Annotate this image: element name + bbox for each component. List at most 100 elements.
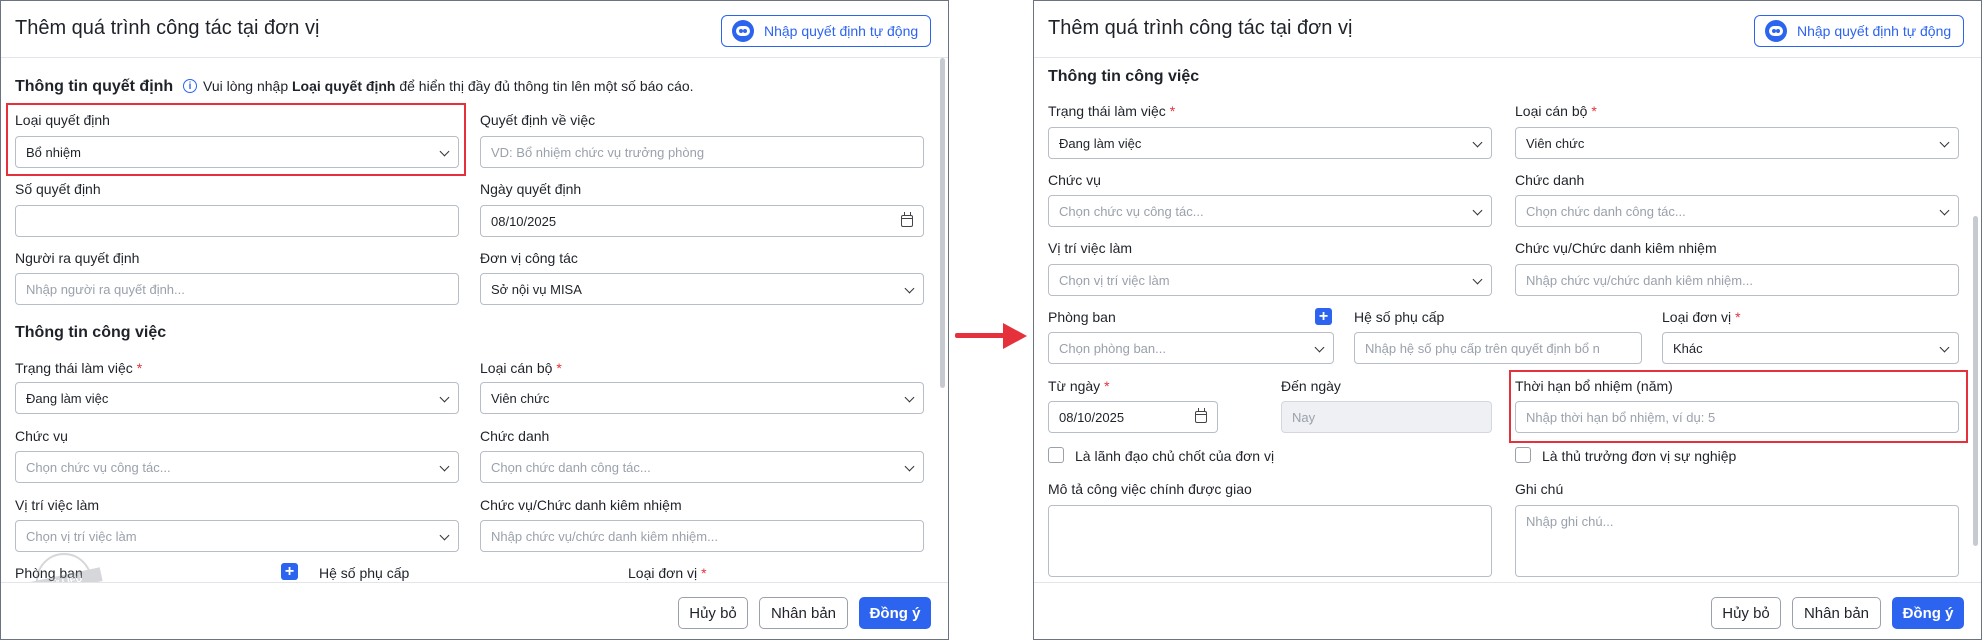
duplicate-button[interactable]: Nhân bản [759,597,848,629]
transition-arrow [955,323,1027,349]
concurrent-label: Chức vụ/Chức danh kiêm nhiệm [1515,240,1717,256]
allowance-label: Hệ số phụ cấp [1354,309,1445,325]
unit-type-label: Loại đơn vị * [1662,309,1741,325]
chevron-down-icon [439,392,450,403]
concurrent-input[interactable]: Nhập chức vụ/chức danh kiêm nhiệm... [1515,264,1959,296]
decision-about-input[interactable]: VD: Bổ nhiệm chức vụ trưởng phòng [480,136,924,168]
allowance-label: Hệ số phụ cấp [319,565,410,581]
dialog-body[interactable]: Thông tin công việc Trạng thái làm việc *… [1034,58,1969,582]
title-label: Chức danh [480,428,550,444]
status-label: Trạng thái làm việc * [15,360,143,376]
chevron-down-icon [1939,342,1950,353]
job-description-textarea[interactable] [1048,505,1492,577]
title-select[interactable]: Chọn chức danh công tác... [1515,195,1959,227]
unit-type-label: Loại đơn vị * [628,565,707,581]
watermark-logo: DỮ LIỆU [25,553,103,582]
ok-button[interactable]: Đồng ý [859,597,931,629]
robot-icon [732,20,754,42]
dialog-header: Thêm quá trình công tác tại đơn vị Nhập … [1034,1,1981,58]
auto-import-label: Nhập quyết định tự động [1797,23,1952,39]
chevron-down-icon [439,146,450,157]
term-input[interactable]: Nhập thời hạn bổ nhiệm, ví dụ: 5 [1515,401,1959,433]
staff-type-select[interactable]: Viên chức [1515,127,1959,159]
issuer-input[interactable]: Nhập người ra quyết định... [15,273,459,305]
decision-type-label: Loại quyết định [15,112,110,128]
dialog-footer: Hủy bỏ Nhân bản Đồng ý [1034,582,1981,639]
status-select[interactable]: Đang làm việc [1048,127,1492,159]
cancel-button[interactable]: Hủy bỏ [678,597,748,629]
dialog-after: Thêm quá trình công tác tại đơn vị Nhập … [1033,0,1982,640]
decision-date-input[interactable]: 08/10/2025 [480,205,924,237]
job-position-select[interactable]: Chọn vị trí việc làm [1048,264,1492,296]
job-position-label: Vị trí việc làm [1048,240,1133,256]
calendar-icon[interactable] [901,212,913,227]
unit-type-select[interactable]: Khác [1662,332,1959,364]
scrollbar-thumb[interactable] [940,58,945,388]
key-leader-label: Là lãnh đạo chủ chốt của đơn vị [1075,448,1275,464]
chevron-down-icon [1939,137,1950,148]
head-checkbox[interactable] [1515,447,1531,463]
work-unit-label: Đơn vị công tác [480,250,578,266]
chevron-down-icon [904,392,915,403]
cancel-button[interactable]: Hủy bỏ [1711,597,1781,629]
dialog-title: Thêm quá trình công tác tại đơn vị [15,17,320,39]
scrollbar-thumb[interactable] [1973,216,1978,546]
status-label: Trạng thái làm việc * [1048,103,1176,119]
staff-type-label: Loại cán bộ * [480,360,562,376]
duplicate-button[interactable]: Nhân bản [1792,597,1881,629]
position-select[interactable]: Chọn chức vụ công tác... [15,451,459,483]
chevron-down-icon [1472,205,1483,216]
dialog-header: Thêm quá trình công tác tại đơn vị Nhập … [1,1,948,58]
work-section-title: Thông tin công việc [15,324,167,341]
from-date-input[interactable]: 08/10/2025 [1048,401,1218,433]
decision-date-label: Ngày quyết định [480,181,582,197]
work-unit-select[interactable]: Sở nội vụ MISA [480,273,924,305]
decision-info: i Vui lòng nhập Loại quyết định để hiển … [183,78,694,94]
department-label: Phòng ban [1048,309,1116,325]
chevron-down-icon [1472,274,1483,285]
chevron-down-icon [904,283,915,294]
robot-icon [1765,20,1787,42]
position-label: Chức vụ [15,428,68,444]
job-description-label: Mô tả công việc chính được giao [1048,481,1252,497]
dialog-body[interactable]: Thông tin quyết định i Vui lòng nhập Loạ… [1,58,936,582]
job-position-select[interactable]: Chọn vị trí việc làm [15,520,459,552]
head-label: Là thủ trưởng đơn vị sự nghiệp [1542,448,1737,464]
from-date-label: Từ ngày * [1048,378,1110,394]
decision-number-input[interactable] [15,205,459,237]
work-section-title: Thông tin công việc [1048,68,1200,85]
decision-type-select[interactable]: Bổ nhiệm [15,136,459,168]
add-department-button[interactable]: + [1315,308,1332,325]
staff-type-label: Loại cán bộ * [1515,103,1597,119]
key-leader-checkbox[interactable] [1048,447,1064,463]
status-select[interactable]: Đang làm việc [15,382,459,414]
allowance-input[interactable]: Nhập hệ số phụ cấp trên quyết định bổ n [1354,332,1642,364]
position-select[interactable]: Chọn chức vụ công tác... [1048,195,1492,227]
chevron-down-icon [1314,342,1325,353]
auto-import-button[interactable]: Nhập quyết định tự động [1754,15,1964,47]
title-label: Chức danh [1515,172,1585,188]
to-date-label: Đến ngày [1281,378,1341,394]
auto-import-button[interactable]: Nhập quyết định tự động [721,15,931,47]
chevron-down-icon [904,461,915,472]
notes-textarea[interactable]: Nhập ghi chú... [1515,505,1959,577]
job-position-label: Vị trí việc làm [15,497,100,513]
chevron-down-icon [439,461,450,472]
decision-about-label: Quyết định về việc [480,112,596,128]
auto-import-label: Nhập quyết định tự động [764,23,919,39]
to-date-input: Nay [1281,401,1492,433]
info-icon: i [183,79,197,93]
calendar-icon[interactable] [1195,408,1207,423]
dialog-title: Thêm quá trình công tác tại đơn vị [1048,17,1353,39]
dialog-before: Thêm quá trình công tác tại đơn vị Nhập … [0,0,949,640]
chevron-down-icon [1472,137,1483,148]
add-department-button[interactable]: + [281,563,298,580]
concurrent-input[interactable]: Nhập chức vụ/chức danh kiêm nhiệm... [480,520,924,552]
ok-button[interactable]: Đồng ý [1892,597,1964,629]
staff-type-select[interactable]: Viên chức [480,382,924,414]
department-select[interactable]: Chọn phòng ban... [1048,332,1334,364]
decision-number-label: Số quyết định [15,181,101,197]
term-label: Thời hạn bổ nhiệm (năm) [1515,378,1673,394]
concurrent-label: Chức vụ/Chức danh kiêm nhiệm [480,497,682,513]
title-select[interactable]: Chọn chức danh công tác... [480,451,924,483]
